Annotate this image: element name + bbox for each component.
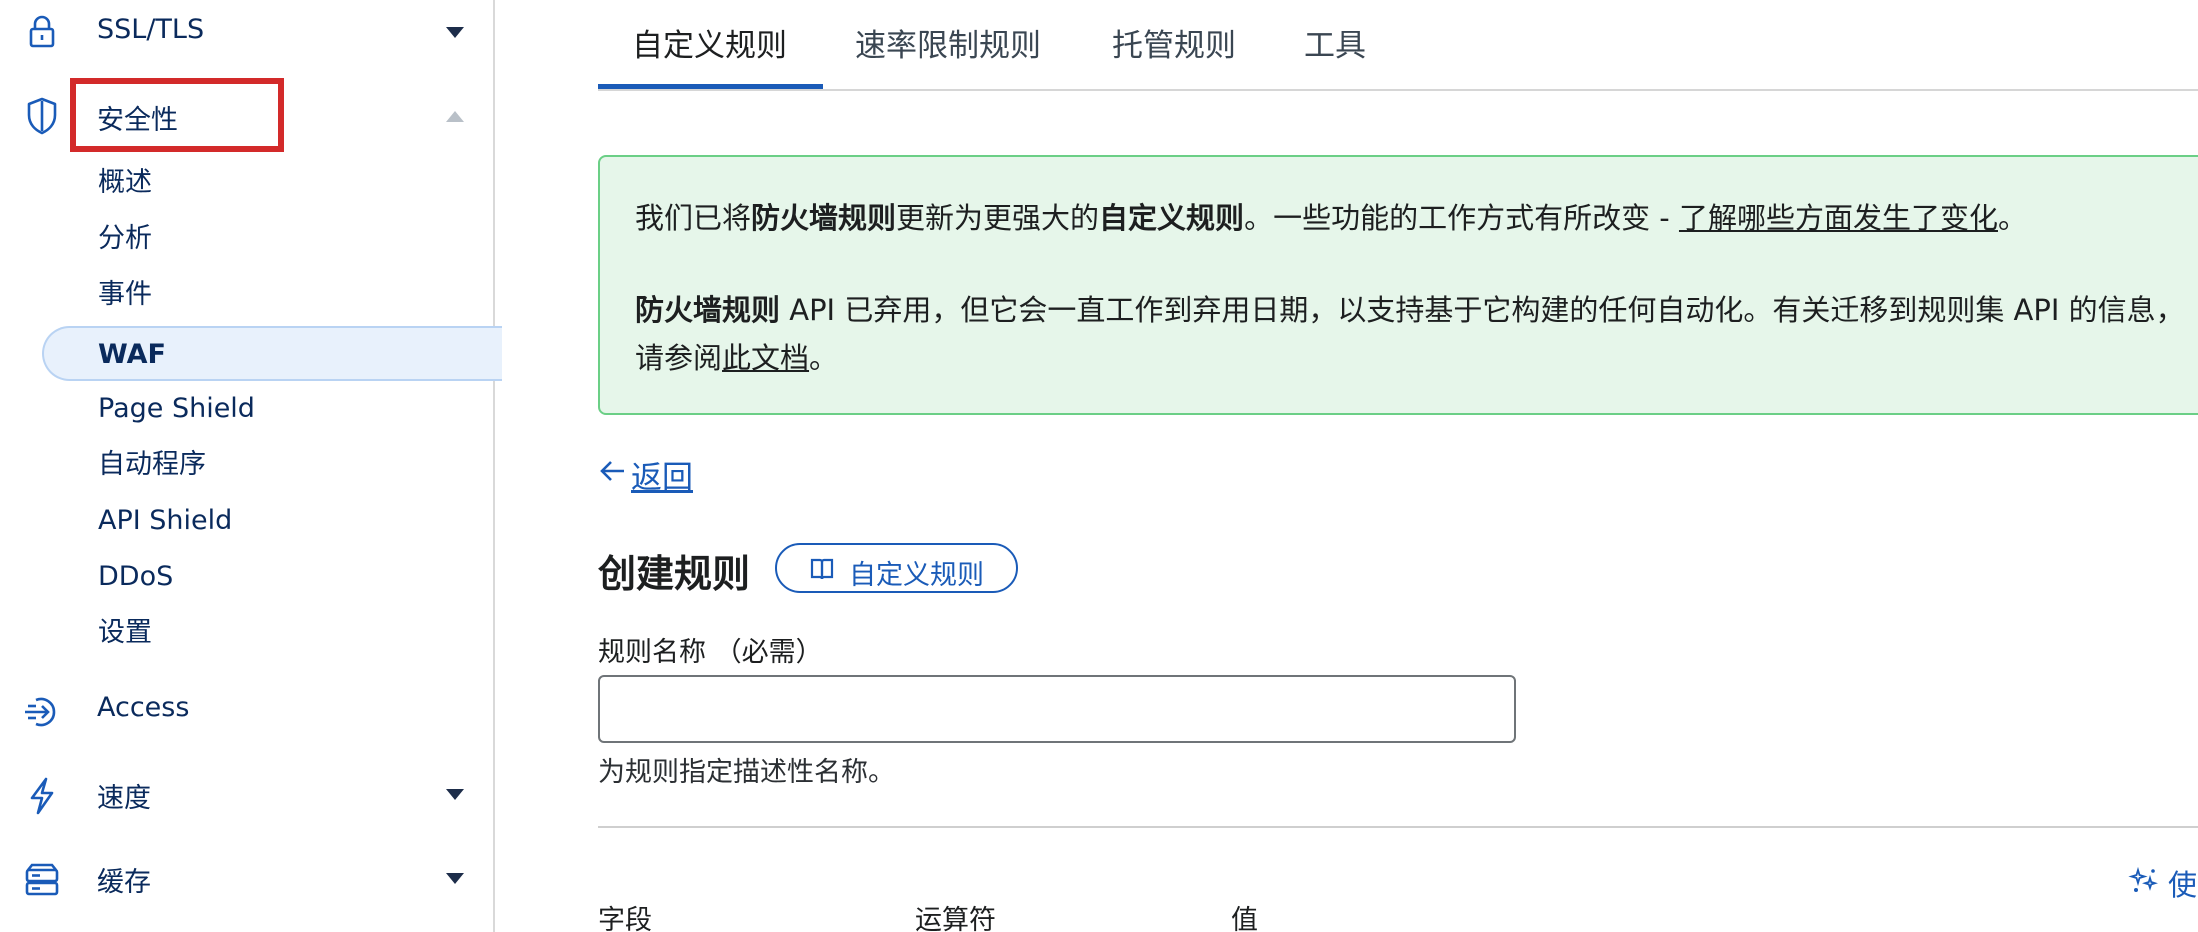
page-title: 创建规则	[598, 552, 751, 596]
chevron-down-icon[interactable]	[446, 789, 464, 800]
tab-bar: 自定义规则 速率限制规则 托管规则 工具	[598, 0, 2198, 92]
expression-builder-label[interactable]: 使	[2168, 862, 2197, 902]
notice-text: 我们已将	[635, 201, 752, 235]
custom-rules-docs-button[interactable]: 自定义规则	[775, 543, 1018, 593]
learn-changes-link[interactable]: 了解哪些方面发生了变化	[1679, 201, 1998, 235]
migration-notice: 我们已将防火墙规则更新为更强大的自定义规则。一些功能的工作方式有所改变 - 了解…	[598, 155, 2198, 415]
rule-name-label: 规则名称 （必需）	[598, 637, 823, 668]
rule-name-help: 为规则指定描述性名称。	[598, 757, 895, 788]
notice-text: API 已弃用，但它会一直工作到弃用日期，以支持基于它构建的任何自动化。有关迁移…	[780, 293, 2185, 327]
subnav-item-settings[interactable]: 设置	[98, 608, 152, 658]
notice-paragraph-3: 请参阅此文档。	[635, 335, 838, 377]
notice-paragraph-1: 我们已将防火墙规则更新为更强大的自定义规则。一些功能的工作方式有所改变 - 了解…	[635, 195, 2027, 237]
tab-custom-rules[interactable]: 自定义规则	[632, 20, 787, 70]
notice-text: 更新为更强大的	[896, 201, 1100, 235]
sidebar-item-label: 缓存	[97, 867, 151, 898]
sidebar-item-security[interactable]: 安全性	[0, 84, 493, 150]
subnav-item-events[interactable]: 事件	[98, 270, 152, 320]
tabs-divider	[598, 89, 2198, 91]
sidebar-item-speed[interactable]: 速度	[0, 762, 493, 828]
notice-bold-firewall-rules: 防火墙规则	[635, 293, 781, 327]
shield-icon	[27, 97, 57, 135]
sparkle-icon	[2128, 866, 2158, 892]
notice-text: 。一些功能的工作方式有所改变 -	[1244, 201, 1679, 235]
back-link-label[interactable]: 返回	[631, 452, 693, 497]
sidebar-item-label: 速度	[97, 783, 151, 814]
expression-builder-link[interactable]: 使	[2128, 862, 2198, 902]
chevron-down-icon[interactable]	[446, 27, 464, 38]
column-header-field: 字段	[598, 905, 652, 932]
tab-tools[interactable]: 工具	[1304, 20, 1366, 70]
cache-icon	[25, 863, 59, 896]
sidebar-item-label: SSL/TLS	[97, 14, 205, 45]
subnav-item-ddos[interactable]: DDoS	[98, 552, 173, 602]
subnav-item-waf[interactable]: WAF	[98, 330, 166, 380]
notice-paragraph-2: 防火墙规则 API 已弃用，但它会一直工作到弃用日期，以支持基于它构建的任何自动…	[635, 287, 2185, 329]
column-header-value: 值	[1231, 905, 1258, 932]
sidebar-item-label: Access	[97, 692, 190, 723]
sidebar-item-label: 安全性	[97, 105, 178, 136]
docs-link[interactable]: 此文档	[722, 341, 809, 375]
subnav-item-page-shield[interactable]: Page Shield	[98, 384, 255, 434]
tab-rate-limiting-rules[interactable]: 速率限制规则	[855, 20, 1041, 70]
tab-managed-rules[interactable]: 托管规则	[1112, 20, 1236, 70]
lightning-icon	[30, 777, 54, 815]
section-divider	[598, 826, 2198, 828]
rule-name-input[interactable]	[598, 675, 1516, 743]
sidebar: SSL/TLS 安全性 概述 分析 事件 WAF Page Shield 自动程…	[0, 0, 502, 932]
subnav-item-bots[interactable]: 自动程序	[98, 440, 206, 490]
chevron-up-icon[interactable]	[446, 111, 464, 122]
arrow-left-icon	[600, 461, 624, 481]
sidebar-item-access[interactable]: Access	[0, 678, 493, 744]
subnav-item-api-shield[interactable]: API Shield	[98, 496, 232, 546]
notice-bold-custom-rules: 自定义规则	[1099, 201, 1245, 235]
sidebar-item-ssl-tls[interactable]: SSL/TLS	[0, 0, 493, 66]
sidebar-item-cache[interactable]: 缓存	[0, 846, 493, 912]
custom-rules-docs-label[interactable]: 自定义规则	[849, 553, 984, 592]
book-icon	[810, 558, 834, 580]
app-root: SSL/TLS 安全性 概述 分析 事件 WAF Page Shield 自动程…	[0, 0, 2198, 932]
notice-text: 请参阅	[635, 341, 723, 375]
subnav-item-analytics[interactable]: 分析	[98, 214, 152, 264]
notice-text: 。	[809, 341, 839, 375]
subnav-item-overview[interactable]: 概述	[98, 158, 152, 208]
column-header-operator: 运算符	[915, 905, 996, 932]
lock-icon	[29, 15, 55, 48]
notice-bold-firewall-rules: 防火墙规则	[751, 201, 897, 235]
access-icon	[25, 697, 56, 727]
notice-text: 。	[1997, 201, 2027, 235]
chevron-down-icon[interactable]	[446, 873, 464, 884]
